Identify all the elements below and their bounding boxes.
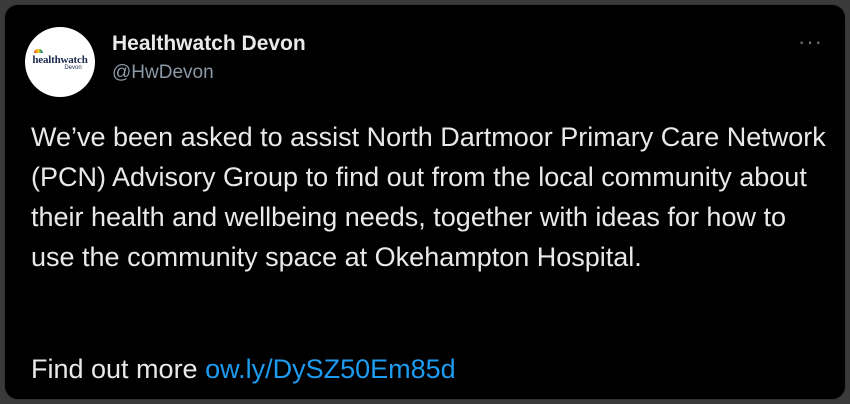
account-name[interactable]: Healthwatch Devon	[112, 32, 306, 56]
more-horizontal-icon[interactable]: ···	[798, 29, 823, 55]
tweet-card[interactable]: healthwatch Devon Healthwatch Devon @HwD…	[4, 4, 846, 400]
account-handle[interactable]: @HwDevon	[112, 62, 214, 84]
cta-prefix: Find out more	[31, 354, 198, 384]
tweet-text: We’ve been asked to assist North Dartmoo…	[31, 122, 826, 272]
tweet-cta: Find out more ow.ly/DySZ50Em85d	[31, 349, 456, 389]
tweet-link[interactable]: ow.ly/DySZ50Em85d	[205, 354, 456, 384]
avatar[interactable]: healthwatch Devon	[25, 27, 95, 97]
rainbow-icon	[34, 48, 44, 53]
healthwatch-logo: healthwatch	[32, 48, 88, 66]
logo-text: healthwatch	[32, 53, 88, 66]
